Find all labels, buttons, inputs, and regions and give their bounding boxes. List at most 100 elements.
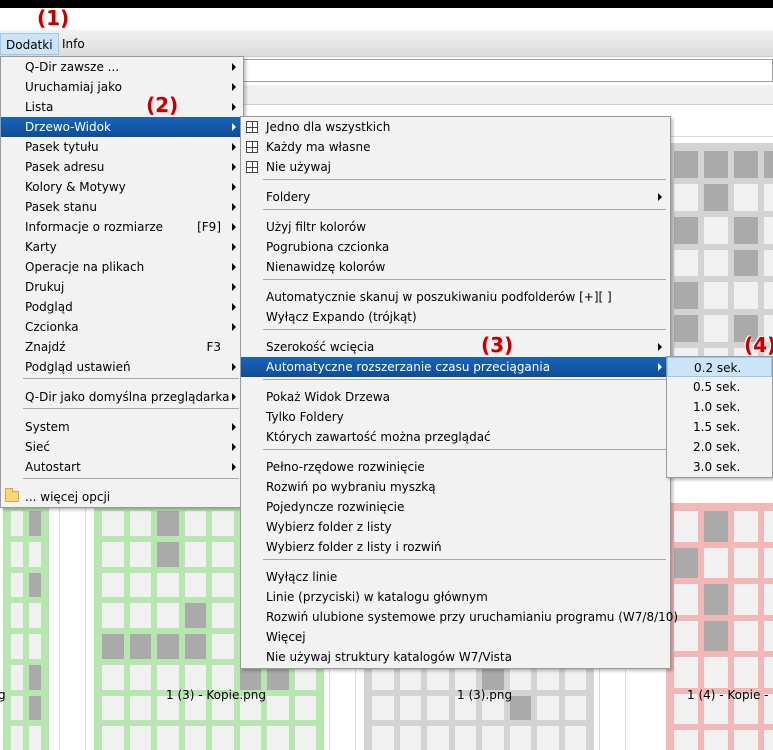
menu-item-filtr-kolorow[interactable]: Użyj filtr kolorów <box>241 217 670 237</box>
menu-item-pogrubiona-czcionka[interactable]: Pogrubiona czcionka <box>241 237 670 257</box>
menu-item-wybierz-folder[interactable]: Wybierz folder z listy <box>241 517 670 537</box>
submenu-arrow-icon <box>232 63 236 71</box>
menu-item-kazdy-ma-wlasne[interactable]: Każdy ma własne <box>241 137 670 157</box>
thumbnail-cell <box>734 249 758 277</box>
menu-item-wiecej-opcji[interactable]: ... więcej opcji <box>1 487 243 507</box>
menu-item-karty[interactable]: Karty <box>1 237 243 257</box>
menu-item-uruchamiaj-jako[interactable]: Uruchamiaj jako <box>1 77 243 97</box>
menu-item-informacje-o-rozmiarze[interactable]: Informacje o rozmiarze [F9] <box>1 217 243 237</box>
menu-item-jedno-dla-wszystkich[interactable]: Jedno dla wszystkich <box>241 117 670 137</box>
menu-item-zawartosc-przegladac[interactable]: Których zawartość można przeglądać <box>241 427 670 447</box>
thumbnail-cell <box>704 282 728 310</box>
thumbnail-cell <box>102 603 124 628</box>
menu-item-podglad[interactable]: Podgląd <box>1 297 243 317</box>
menu-item-tylko-foldery[interactable]: Tylko Foldery <box>241 407 670 427</box>
menu-item-siec[interactable]: Sieć <box>1 437 243 457</box>
menu-item-1-0-sek[interactable]: 1.0 sek. <box>667 397 772 417</box>
menu-item-label: 0.2 sek. <box>694 361 742 375</box>
thumbnail-label: 1 (3) - Kopie.png <box>166 688 267 702</box>
menu-item-label: Foldery <box>266 190 311 204</box>
menu-item-pelno-rzedowe[interactable]: Pełno-rzędowe rozwinięcie <box>241 457 670 477</box>
menu-item-automatycznie-skanuj[interactable]: Automatycznie skanuj w poszukiwaniu podf… <box>241 287 670 307</box>
thumbnail-cell <box>564 695 586 721</box>
menu-item-label: Wybierz folder z listy <box>266 520 392 534</box>
menu-item-czcionka[interactable]: Czcionka <box>1 317 243 337</box>
menubar-info[interactable]: Info <box>57 33 90 55</box>
menu-item-rozwin-ulubione[interactable]: Rozwiń ulubione systemowe przy uruchamia… <box>241 607 678 627</box>
menu-item-operacje-na-plikach[interactable]: Operacje na plikach <box>1 257 243 277</box>
thumbnail-cell <box>427 726 449 750</box>
menu-item-label: Rozwiń po wybraniu myszką <box>266 480 436 494</box>
menu-item-wiecej[interactable]: Więcej <box>241 627 670 647</box>
menu-item-kolory-motywy[interactable]: Kolory & Motywy <box>1 177 243 197</box>
thumbnail-cell <box>674 315 698 343</box>
menu-item-label: Szerokość wcięcia <box>266 340 375 354</box>
thumbnail-cell <box>454 726 476 750</box>
menu-item-label: Q-Dir jako domyślna przeglądarka <box>25 390 230 404</box>
menu-item-label: Rozwiń ulubione systemowe przy uruchamia… <box>266 610 679 624</box>
thumbnail-cell <box>184 664 206 690</box>
menu-item-label: Jedno dla wszystkich <box>266 120 391 134</box>
thumbnail-cell <box>734 584 758 615</box>
thumbnail-cell <box>764 282 773 310</box>
thumbnail-cell <box>11 726 23 750</box>
thumbnail-cell <box>212 664 234 690</box>
thumbnail-cell <box>674 249 698 277</box>
menu-item-rozwin-myszka[interactable]: Rozwiń po wybraniu myszką <box>241 477 670 497</box>
menu-item-nie-uzywaj[interactable]: Nie używaj <box>241 157 670 177</box>
thumbnail-cell <box>704 151 728 178</box>
menu-item-q-dir-zawsze[interactable]: Q-Dir zawsze ... <box>1 57 243 77</box>
menu-item-0-5-sek[interactable]: 0.5 sek. <box>667 377 772 397</box>
menu-separator <box>263 279 666 280</box>
menu-item-lista[interactable]: Lista <box>1 97 243 117</box>
address-bar[interactable] <box>240 59 773 82</box>
menu-item-pojedyncze-rozwiniecie[interactable]: Pojedyncze rozwinięcie <box>241 497 670 517</box>
menu-item-1-5-sek[interactable]: 1.5 sek. <box>667 417 772 437</box>
thumbnail-cell <box>102 572 124 598</box>
menu-item-system[interactable]: System <box>1 417 243 437</box>
menu-item-szerokosc-wciecia[interactable]: Szerokość wcięcia <box>241 337 670 357</box>
menu-item-0-2-sek[interactable]: 0.2 sek. <box>667 357 772 377</box>
menu-item-wylacz-expando[interactable]: Wyłącz Expando (trójkąt) <box>241 307 670 327</box>
thumbnail-cell <box>704 249 728 277</box>
menu-item-pasek-adresu[interactable]: Pasek adresu <box>1 157 243 177</box>
thumbnail[interactable] <box>0 496 60 750</box>
menu-item-2-0-sek[interactable]: 2.0 sek. <box>667 437 772 457</box>
menu-item-label: Pojedyncze rozwinięcie <box>266 500 405 514</box>
menu-item-foldery[interactable]: Foldery <box>241 187 670 207</box>
thumbnail-cell <box>11 511 23 536</box>
menu-item-pokaz-widok-drzewa[interactable]: Pokaż Widok Drzewa <box>241 387 670 407</box>
menu-item-3-0-sek[interactable]: 3.0 sek. <box>667 457 772 477</box>
menu-item-label: Nie używaj <box>266 160 332 174</box>
thumbnail-cell <box>704 216 728 244</box>
menu-item-znajdz[interactable]: Znajdź F3 <box>1 337 243 357</box>
menu-item-drukuj[interactable]: Drukuj <box>1 277 243 297</box>
menu-item-nienawidze-kolorow[interactable]: Nienawidzę kolorów <box>241 257 670 277</box>
menu-item-label: 2.0 sek. <box>693 440 741 454</box>
thumbnail-cell <box>212 726 234 750</box>
submenu-arrow-icon <box>232 223 236 231</box>
menu-item-label: Których zawartość można przeglądać <box>266 430 491 444</box>
thumbnail-cell <box>184 726 206 750</box>
menu-item-label: Wybierz folder z listy i rozwiń <box>266 540 442 554</box>
menu-item-drzewo-widok[interactable]: Drzewo-Widok <box>1 117 243 137</box>
thumbnail-cell <box>372 726 394 750</box>
menu-item-wybierz-folder-rozwin[interactable]: Wybierz folder z listy i rozwiń <box>241 537 670 557</box>
menu-item-label: Więcej <box>266 630 306 644</box>
thumbnail-cell <box>102 695 124 721</box>
menu-item-wylacz-linie[interactable]: Wyłącz linie <box>241 567 670 587</box>
thumbnail-cell <box>212 634 234 659</box>
menubar-dodatki[interactable]: Dodatki <box>0 33 59 55</box>
menu-item-linie-katalog[interactable]: Linie (przyciski) w katalogu głównym <box>241 587 670 607</box>
thumbnail-cell <box>399 726 421 750</box>
menu-item-autostart[interactable]: Autostart <box>1 457 243 477</box>
submenu-arrow-icon <box>232 243 236 251</box>
menu-item-domyslna-przegladarka[interactable]: Q-Dir jako domyślna przeglądarka <box>1 387 243 407</box>
thumbnail-cell <box>212 603 234 628</box>
thumbnail-cell <box>734 151 758 178</box>
menu-item-nie-uzywaj-struktury[interactable]: Nie używaj struktury katalogów W7/Vista <box>241 647 670 667</box>
menu-item-pasek-stanu[interactable]: Pasek stanu <box>1 197 243 217</box>
menu-item-pasek-tytulu[interactable]: Pasek tytułu <box>1 137 243 157</box>
menu-item-podglad-ustawien[interactable]: Podgląd ustawień <box>1 357 243 377</box>
menu-item-czas-przeciagania[interactable]: Automatyczne rozszerzanie czasu przeciąg… <box>241 357 670 377</box>
